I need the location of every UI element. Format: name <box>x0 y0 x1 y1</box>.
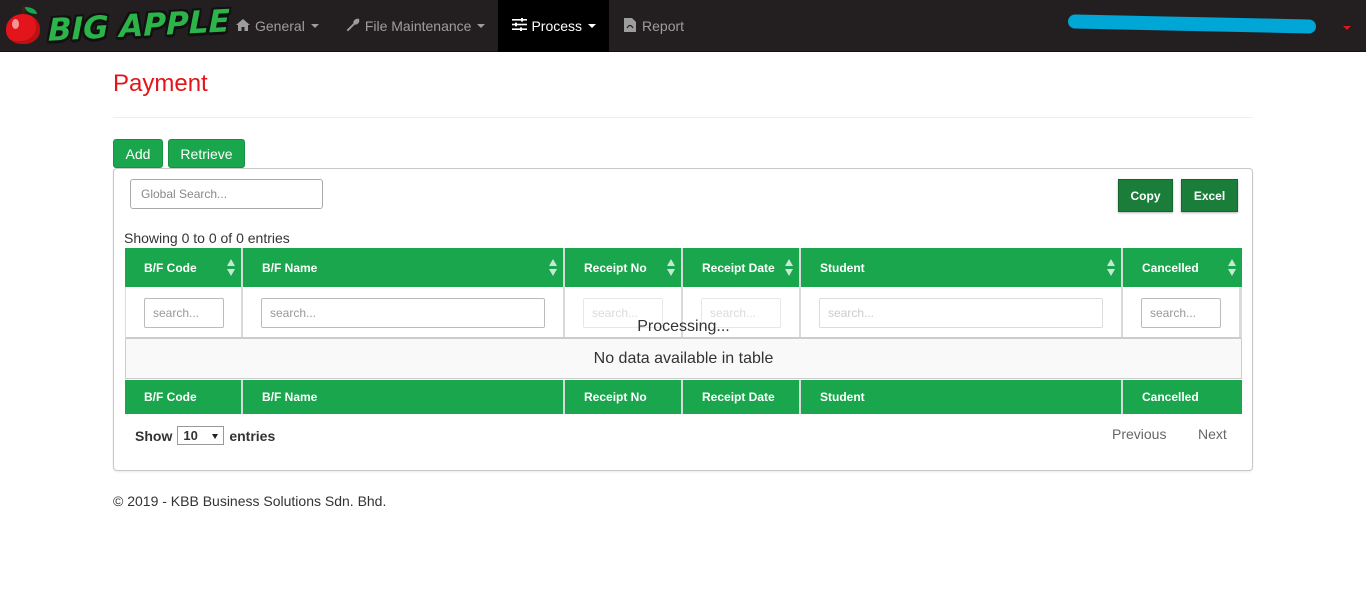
table-header-row: B/F Code B/F Name Receipt No Receipt Dat… <box>125 248 1242 287</box>
chevron-down-icon <box>477 24 486 28</box>
sort-icon <box>227 259 235 276</box>
chevron-down-icon <box>310 24 319 28</box>
sort-icon <box>1228 259 1236 276</box>
column-header-bf-name[interactable]: B/F Name <box>243 248 565 287</box>
sort-icon <box>549 259 557 276</box>
column-footer-receipt-no: Receipt No <box>565 380 683 414</box>
page-length-value: 10 <box>183 428 198 443</box>
length-prefix: Show <box>135 427 173 444</box>
column-header-bf-code[interactable]: B/F Code <box>125 248 243 287</box>
chevron-down-icon <box>588 24 597 28</box>
sort-icon <box>785 259 793 276</box>
payment-table-panel: Copy Excel Showing 0 to 0 of 0 entries B… <box>113 168 1253 471</box>
column-footer-bf-code: B/F Code <box>125 380 243 414</box>
brand-name: BIG APPLE <box>48 3 230 49</box>
column-footer-student: Student <box>801 380 1123 414</box>
page-length-control: Show 10 entries <box>135 426 275 445</box>
next-page-button[interactable]: Next <box>1198 426 1227 442</box>
sliders-icon <box>511 18 527 34</box>
file-pdf-icon <box>622 17 638 35</box>
column-footer-cancelled: Cancelled <box>1142 390 1199 404</box>
page-title: Payment <box>113 70 208 97</box>
column-header-label: Student <box>820 260 865 275</box>
chevron-down-icon[interactable] <box>1343 26 1351 30</box>
nav-general[interactable]: General <box>222 0 332 52</box>
column-header-cancelled[interactable]: Cancelled <box>1123 248 1242 287</box>
column-footer-bf-name: B/F Name <box>243 380 565 414</box>
column-header-label: Receipt Date <box>702 260 775 275</box>
chevron-down-icon <box>212 434 219 439</box>
redacted-user-name[interactable] <box>1067 14 1317 34</box>
column-header-label: Cancelled <box>1142 260 1199 275</box>
retrieve-button[interactable]: Retrieve <box>168 139 245 168</box>
nav-file-maintenance-label: File Maintenance <box>364 18 472 34</box>
table-info: Showing 0 to 0 of 0 entries <box>124 230 290 246</box>
add-button[interactable]: Add <box>113 139 163 168</box>
apple-logo-icon <box>4 5 42 46</box>
processing-indicator: Processing... <box>637 318 730 335</box>
main-nav: General File Maintenance Process Report <box>222 0 697 52</box>
page-footer: © 2019 - KBB Business Solutions Sdn. Bhd… <box>113 493 387 509</box>
column-header-student[interactable]: Student <box>801 248 1123 287</box>
wrench-icon <box>345 17 361 35</box>
nav-process[interactable]: Process <box>498 0 610 52</box>
column-header-label: Receipt No <box>584 260 647 275</box>
top-navbar: BIG APPLE General File Maintenance Proce… <box>0 0 1366 52</box>
column-header-label: B/F Code <box>144 260 197 275</box>
nav-process-label: Process <box>531 18 583 34</box>
column-header-label: B/F Name <box>262 260 318 275</box>
sort-icon <box>667 259 675 276</box>
brand-logo[interactable]: BIG APPLE <box>4 3 230 49</box>
empty-table-message: No data available in table <box>125 339 1242 379</box>
column-footer-receipt-date: Receipt Date <box>683 380 801 414</box>
previous-page-button[interactable]: Previous <box>1112 426 1166 442</box>
global-search-input[interactable] <box>130 179 323 209</box>
home-icon <box>235 18 251 35</box>
nav-report-label: Report <box>642 18 685 34</box>
table-footer-row: B/F Code B/F Name Receipt No Receipt Dat… <box>125 380 1242 414</box>
sort-icon <box>1107 259 1115 276</box>
excel-button[interactable]: Excel <box>1181 179 1238 212</box>
column-header-receipt-date[interactable]: Receipt Date <box>683 248 801 287</box>
copy-button[interactable]: Copy <box>1118 179 1173 212</box>
nav-file-maintenance[interactable]: File Maintenance <box>332 0 499 52</box>
length-suffix: entries <box>229 427 276 444</box>
nav-general-label: General <box>255 18 305 34</box>
nav-report[interactable]: Report <box>609 0 697 52</box>
column-header-receipt-no[interactable]: Receipt No <box>565 248 683 287</box>
page-length-select[interactable]: 10 <box>177 426 225 445</box>
divider <box>113 117 1253 118</box>
